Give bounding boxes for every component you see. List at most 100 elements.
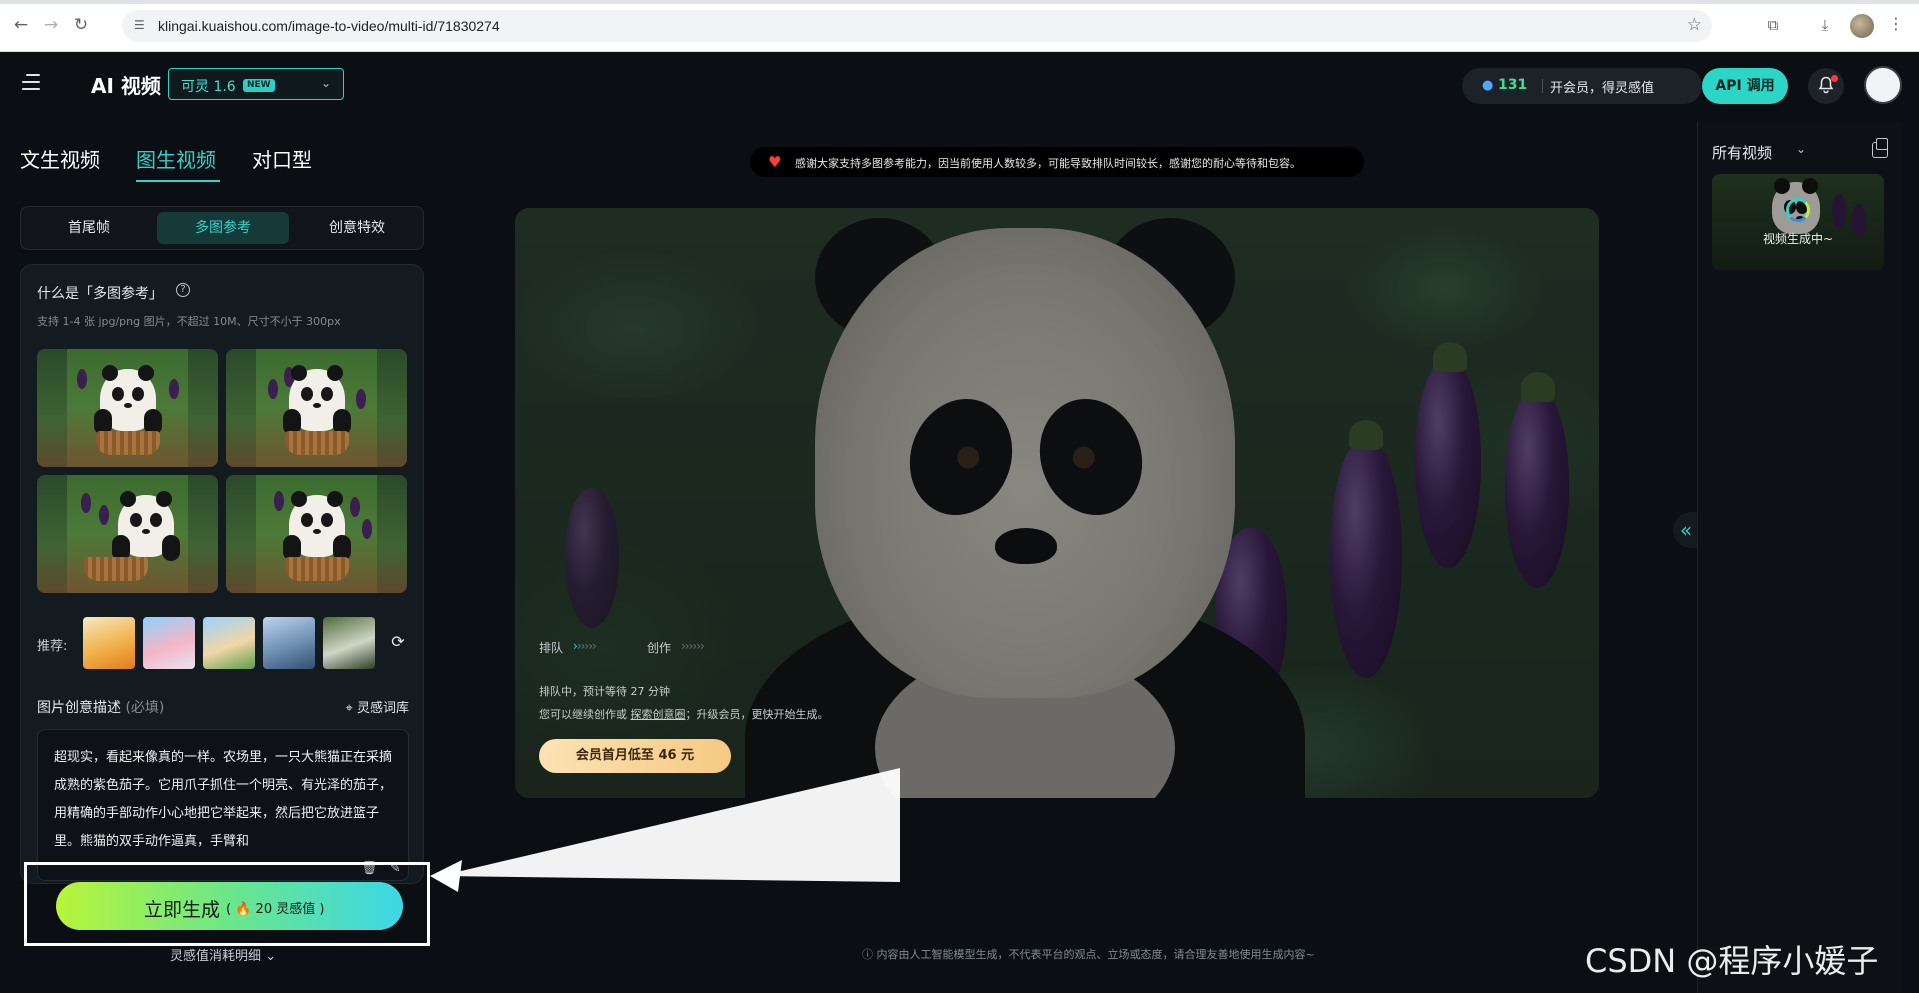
browser-profile-avatar[interactable] bbox=[1850, 14, 1874, 38]
required-tag: (必填) bbox=[125, 700, 165, 716]
subtab-first-last-frame[interactable]: 首尾帧 bbox=[27, 212, 151, 244]
thumb-dim-overlay bbox=[1712, 174, 1884, 270]
basket-figure bbox=[95, 431, 160, 455]
browser-tab-strip bbox=[0, 0, 1919, 4]
main-tabs: 文生视频 图生视频 对口型 bbox=[20, 140, 440, 184]
recommend-pig-character[interactable] bbox=[143, 617, 195, 669]
queue-hint-prefix: 您可以继续创作或 bbox=[539, 708, 627, 721]
credits-count: 131 bbox=[1498, 77, 1528, 93]
extensions-icon[interactable]: ⧉ bbox=[1762, 14, 1784, 36]
model-name: 可灵 1.6 bbox=[181, 79, 236, 95]
queue-hint-suffix: ；升级会员，更快开始生成。 bbox=[685, 708, 829, 721]
active-tab-indicator bbox=[136, 180, 220, 182]
card-title: 什么是「多图参考」 bbox=[37, 286, 163, 302]
generate-button[interactable]: 立即生成 ( 🔥 20 灵感值 ) bbox=[56, 882, 403, 930]
description-textarea[interactable]: 超现实，看起来像真的一样。农场里，一只大熊猫正在采摘成熟的紫色茄子。它用爪子抓住… bbox=[37, 729, 409, 881]
recommend-boy-character[interactable] bbox=[203, 617, 255, 669]
heart-icon: ♥ bbox=[768, 153, 782, 171]
help-icon[interactable]: ? bbox=[176, 283, 190, 297]
queue-progress-arrows: ›››››› bbox=[573, 639, 597, 653]
description-label-text: 图片创意描述 bbox=[37, 700, 121, 716]
generate-label: 立即生成 bbox=[144, 899, 221, 921]
credits-pill[interactable]: ● 131 开会员，得灵感值 bbox=[1462, 68, 1702, 104]
subtab-multi-image[interactable]: 多图参考 bbox=[157, 212, 289, 244]
membership-link[interactable]: 开会员，得灵感值 bbox=[1550, 77, 1654, 96]
panda-figure bbox=[111, 491, 180, 561]
new-badge: NEW bbox=[243, 79, 275, 92]
explore-link[interactable]: 探索创意圈 bbox=[631, 708, 686, 721]
panda-figure bbox=[282, 365, 351, 435]
site-info-icon[interactable]: ☰ bbox=[134, 18, 148, 32]
notice-text: 感谢大家支持多图参考能力，因当前使用人数较多，可能导致排队时间较长，感谢您的耐心… bbox=[795, 157, 1301, 170]
copy-icon[interactable] bbox=[1872, 138, 1888, 158]
generate-cost: ( 🔥 20 灵感值 ) bbox=[226, 902, 325, 917]
csdn-watermark: CSDN @程序小媛子 bbox=[1585, 942, 1879, 980]
inspiration-library-link[interactable]: ⌖ 灵感词库 bbox=[346, 697, 409, 716]
video-history-panel: 所有视频 ⌄ 视频生成中~ bbox=[1697, 122, 1901, 993]
generating-video-card[interactable]: 视频生成中~ bbox=[1712, 174, 1884, 270]
browser-menu-icon[interactable]: ⋮ bbox=[1886, 14, 1906, 36]
tab-image-to-video[interactable]: 图生视频 bbox=[136, 144, 216, 173]
ai-disclaimer: ⓘ 内容由人工智能模型生成，不代表平台的观点、立场或态度，请合理友善地使用生成内… bbox=[862, 946, 1315, 962]
recommend-airplane[interactable] bbox=[263, 617, 315, 669]
model-selector[interactable]: 可灵 1.6 NEW ⌄ bbox=[168, 68, 344, 100]
divider bbox=[1542, 79, 1543, 93]
tab-text-to-video[interactable]: 文生视频 bbox=[20, 144, 100, 173]
tab-lip-sync[interactable]: 对口型 bbox=[252, 144, 312, 173]
upload-hint: 支持 1-4 张 jpg/png 图片，不超过 10M、尺寸不小于 300px bbox=[37, 315, 341, 328]
panda-figure bbox=[282, 491, 351, 561]
notification-dot bbox=[1831, 75, 1838, 82]
back-icon[interactable]: ← bbox=[10, 14, 32, 36]
ai-disclaimer-text: 内容由人工智能模型生成，不代表平台的观点、立场或态度，请合理友善地使用生成内容~ bbox=[876, 948, 1315, 961]
chevron-down-icon: ⌄ bbox=[320, 76, 331, 90]
flame-icon: 🔥 bbox=[235, 902, 252, 917]
collapse-panel-handle[interactable]: « bbox=[1673, 512, 1699, 548]
all-videos-title[interactable]: 所有视频 bbox=[1712, 142, 1772, 163]
subtab-creative-effects[interactable]: 创意特效 bbox=[295, 212, 419, 244]
reload-icon[interactable]: ↻ bbox=[70, 14, 92, 36]
chevron-down-icon: ⌄ bbox=[265, 949, 277, 964]
multi-image-card: 什么是「多图参考」 ? 支持 1-4 张 jpg/png 图片，不超过 10M、… bbox=[20, 264, 424, 884]
download-icon[interactable]: ⤓ bbox=[1814, 14, 1836, 36]
info-icon: ⓘ bbox=[862, 948, 873, 961]
recommend-goldfish[interactable] bbox=[83, 617, 135, 669]
url-text[interactable]: klingai.kuaishou.com/image-to-video/mult… bbox=[158, 16, 500, 36]
cost-details-label: 灵感值消耗明细 bbox=[170, 949, 262, 964]
recommend-label: 推荐: bbox=[37, 639, 68, 654]
panda-figure bbox=[93, 365, 162, 435]
address-bar[interactable]: ☰ klingai.kuaishou.com/image-to-video/mu… bbox=[122, 10, 1712, 42]
generating-text: 视频生成中~ bbox=[1762, 232, 1834, 246]
reference-image-1[interactable] bbox=[37, 349, 218, 467]
notification-button[interactable] bbox=[1808, 68, 1844, 104]
basket-figure bbox=[284, 431, 349, 455]
reference-image-4[interactable] bbox=[226, 475, 407, 593]
api-button[interactable]: API 调用 bbox=[1702, 68, 1788, 104]
cost-details-link[interactable]: 灵感值消耗明细 ⌄ bbox=[170, 945, 276, 964]
refresh-icon[interactable]: ⟳ bbox=[389, 633, 407, 651]
reference-image-3[interactable] bbox=[37, 475, 218, 593]
description-label: 图片创意描述 (必填) bbox=[37, 697, 164, 717]
credit-drop-icon: ● bbox=[1482, 78, 1494, 93]
generate-cost-value: 20 灵感值 bbox=[255, 902, 316, 917]
app-header: AI 视频 可灵 1.6 NEW ⌄ ● 131 开会员，得灵感值 API 调用 bbox=[0, 52, 1919, 114]
sub-tabs: 首尾帧 多图参考 创意特效 bbox=[20, 206, 424, 250]
recommend-woman-in-white[interactable] bbox=[323, 617, 375, 669]
forward-icon[interactable]: → bbox=[40, 14, 62, 36]
chevron-down-icon[interactable]: ⌄ bbox=[1796, 142, 1806, 156]
basket-figure bbox=[284, 557, 349, 581]
location-pin-icon: ⌖ bbox=[345, 701, 353, 716]
browser-toolbar: ← → ↻ ☰ klingai.kuaishou.com/image-to-vi… bbox=[0, 0, 1919, 52]
notice-banner: ♥ 感谢大家支持多图参考能力，因当前使用人数较多，可能导致排队时间较长，感谢您的… bbox=[750, 147, 1364, 177]
create-progress-arrows: ›››››› bbox=[681, 639, 705, 653]
description-text[interactable]: 超现实，看起来像真的一样。农场里，一只大熊猫正在采摘成熟的紫色茄子。它用爪子抓住… bbox=[54, 744, 394, 856]
menu-icon[interactable] bbox=[22, 74, 40, 90]
bookmark-star-icon[interactable]: ☆ bbox=[1687, 15, 1702, 35]
create-step-label: 创作 bbox=[647, 641, 672, 655]
reference-image-2[interactable] bbox=[226, 349, 407, 467]
vip-offer-button[interactable]: 会员首月低至 46 元 bbox=[539, 739, 731, 773]
inspiration-library-label: 灵感词库 bbox=[356, 701, 409, 716]
queue-step-label: 排队 bbox=[539, 641, 564, 655]
user-avatar[interactable] bbox=[1864, 66, 1902, 104]
app-title: AI 视频 bbox=[91, 74, 161, 98]
basket-figure bbox=[83, 557, 148, 581]
